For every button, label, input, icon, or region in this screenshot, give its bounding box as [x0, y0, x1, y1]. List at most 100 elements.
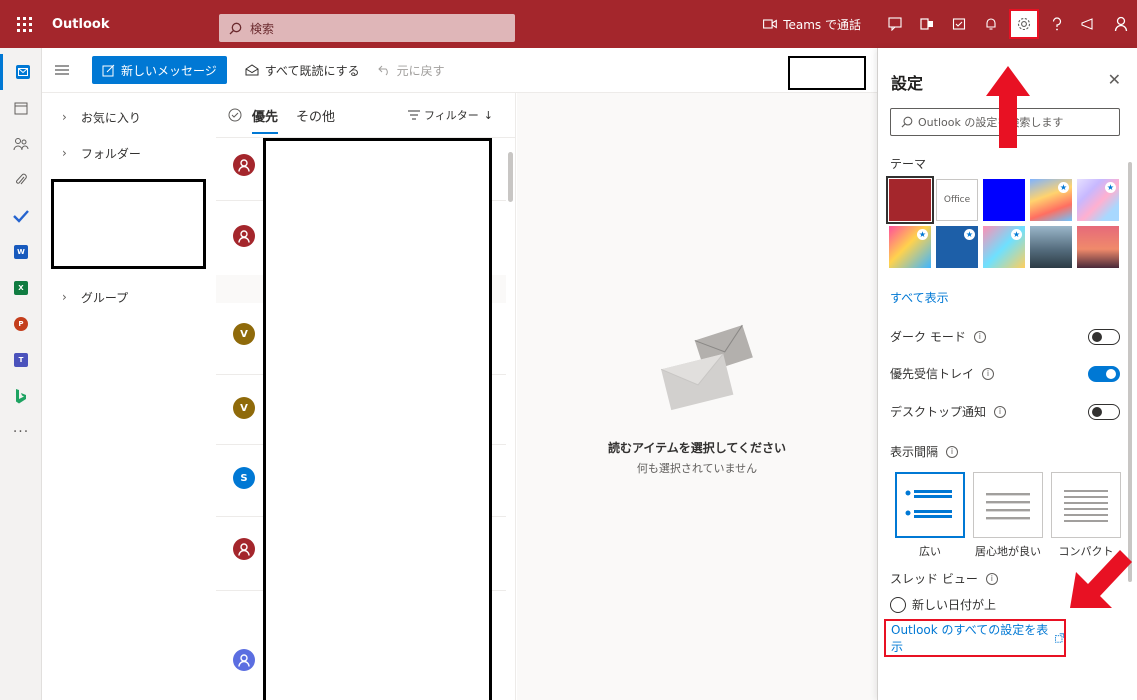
powerpoint-icon[interactable]: P	[0, 306, 42, 342]
notifications-bell-icon[interactable]	[975, 0, 1007, 48]
message-list: 優先 その他 フィルター ↓ V V S	[216, 93, 516, 700]
new-message-button[interactable]: 新しいメッセージ	[92, 56, 227, 84]
top-bar: Outlook 検索 Teams で通話	[0, 0, 1137, 48]
feedback-icon[interactable]	[1073, 0, 1105, 48]
attachment-icon[interactable]	[0, 162, 42, 198]
gear-icon	[1017, 17, 1031, 31]
calendar-icon[interactable]	[0, 90, 42, 126]
undo-icon	[377, 65, 388, 75]
theme-swatch-red[interactable]	[886, 176, 934, 224]
redacted-box	[263, 138, 492, 700]
avatar: V	[233, 397, 255, 419]
filter-icon	[408, 110, 420, 120]
density-cozy-label: 居心地が良い	[975, 545, 1041, 558]
undo-button[interactable]: 元に戻す	[377, 62, 445, 79]
close-icon[interactable]: ✕	[1108, 70, 1121, 89]
theme-swatch-pattern[interactable]: ★	[983, 226, 1025, 268]
bing-icon[interactable]	[0, 378, 42, 414]
theme-swatch-paint[interactable]: ★	[889, 226, 931, 268]
teams-call-button[interactable]: Teams で通話	[763, 16, 861, 33]
show-all-themes-link[interactable]: すべて表示	[890, 289, 949, 306]
newest-on-top-label: 新しい日付が上	[912, 598, 997, 612]
empty-envelopes-illustration	[660, 324, 753, 411]
dark-mode-label: ダーク モード	[890, 330, 966, 344]
info-icon[interactable]: i	[973, 330, 986, 343]
chevron-right-icon: ›	[62, 146, 67, 160]
command-bar: 新しいメッセージ すべて既読にする 元に戻す	[42, 48, 877, 93]
info-icon[interactable]: i	[985, 572, 998, 585]
theme-grid: Office ★ ★ ★ ★ ★	[886, 176, 1123, 268]
app-rail: W X P T ···	[0, 48, 42, 700]
theme-swatch-mountain[interactable]	[1030, 226, 1072, 268]
theme-swatch-sunset[interactable]	[1077, 226, 1119, 268]
theme-swatch-ribbon[interactable]: ★	[1077, 179, 1119, 221]
account-avatar-icon[interactable]	[1105, 0, 1137, 48]
avatar	[233, 538, 255, 560]
more-apps-icon[interactable]: ···	[0, 414, 42, 450]
theme-swatch-blue[interactable]	[983, 179, 1025, 221]
folder-folders[interactable]: › フォルダー	[42, 135, 216, 171]
excel-icon[interactable]: X	[0, 270, 42, 306]
annotation-arrow-down-left	[1070, 550, 1132, 608]
mark-all-read-button[interactable]: すべて既読にする	[245, 62, 360, 79]
chat-icon[interactable]	[879, 0, 911, 48]
filter-button[interactable]: フィルター ↓	[408, 107, 493, 123]
newest-on-top-radio[interactable]: 新しい日付が上	[890, 596, 996, 613]
settings-gear-button[interactable]	[1009, 9, 1039, 39]
radio-button[interactable]	[890, 596, 906, 613]
avatar	[233, 649, 255, 671]
reading-pane-subtitle: 何も選択されていません	[636, 462, 758, 475]
info-icon[interactable]: i	[946, 445, 959, 458]
settings-scrollbar[interactable]	[1128, 162, 1132, 582]
my-day-icon[interactable]	[943, 0, 975, 48]
star-icon: ★	[917, 229, 928, 240]
people-icon[interactable]	[0, 126, 42, 162]
select-all-check-icon[interactable]	[228, 108, 242, 122]
hamburger-menu-icon[interactable]	[42, 65, 82, 75]
info-icon[interactable]: i	[982, 367, 995, 380]
focused-inbox-row: 優先受信トレイ i	[890, 365, 1120, 382]
density-option-cozy[interactable]: 居心地が良い	[973, 472, 1043, 559]
focused-inbox-label: 優先受信トレイ	[890, 367, 975, 381]
settings-title: 設定	[891, 74, 924, 93]
folder-favorites-label: お気に入り	[80, 110, 141, 125]
app-launcher-icon[interactable]	[0, 0, 48, 48]
avatar: V	[233, 323, 255, 345]
theme-swatch-circuit[interactable]: ★	[936, 226, 978, 268]
folder-groups[interactable]: › グループ	[42, 279, 128, 315]
density-option-spacious[interactable]: 広い	[895, 472, 965, 559]
view-all-settings-link[interactable]: Outlook のすべての設定を表示	[884, 619, 1066, 657]
redacted-box	[51, 179, 206, 269]
info-icon[interactable]: i	[994, 405, 1007, 418]
dark-mode-toggle[interactable]	[1088, 328, 1120, 345]
tab-other[interactable]: その他	[296, 106, 335, 125]
video-camera-icon	[763, 19, 778, 29]
search-input[interactable]: 検索	[219, 14, 515, 42]
list-scrollbar[interactable]	[508, 152, 513, 202]
theme-swatch-office[interactable]: Office	[936, 179, 978, 221]
mail-icon[interactable]	[0, 54, 42, 90]
star-icon: ★	[1105, 182, 1116, 193]
teams-call-label: Teams で通話	[783, 17, 861, 32]
folder-favorites[interactable]: › お気に入り	[42, 99, 216, 135]
star-icon: ★	[1058, 182, 1069, 193]
help-icon[interactable]	[1041, 0, 1073, 48]
undo-label: 元に戻す	[396, 63, 445, 78]
tab-focused[interactable]: 優先	[252, 106, 279, 134]
new-message-label: 新しいメッセージ	[121, 63, 217, 78]
desktop-notifications-toggle[interactable]	[1088, 403, 1120, 420]
message-rows: V V S	[216, 138, 515, 700]
teams-icon[interactable]: T	[0, 342, 42, 378]
theme-swatch-colorful[interactable]: ★	[1030, 179, 1072, 221]
app-name[interactable]: Outlook	[48, 17, 218, 32]
chevron-right-icon: ›	[62, 290, 67, 304]
message-list-header: 優先 その他 フィルター ↓	[216, 93, 515, 138]
chevron-right-icon: ›	[62, 110, 67, 124]
density-heading-row: 表示間隔 i	[890, 443, 1120, 460]
folder-groups-label: グループ	[80, 290, 129, 305]
word-icon[interactable]: W	[0, 234, 42, 270]
todo-check-icon[interactable]	[0, 198, 42, 234]
open-external-icon	[1054, 633, 1064, 643]
office-apps-icon[interactable]	[911, 0, 943, 48]
focused-inbox-toggle[interactable]	[1088, 365, 1120, 382]
